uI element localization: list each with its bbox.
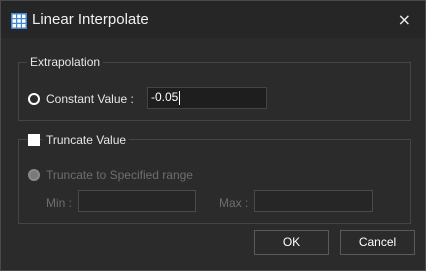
truncate-range-radio [28, 169, 40, 181]
dialog-window: Linear Interpolate × Extrapolation Const… [0, 0, 426, 271]
extrapolation-legend: Extrapolation [27, 55, 104, 69]
min-input [78, 190, 196, 212]
min-label: Min : [46, 196, 73, 210]
truncate-range-label: Truncate to Specified range [46, 168, 193, 182]
cancel-button[interactable]: Cancel [340, 230, 415, 255]
truncate-group: Truncate Value Truncate to Specified ran… [18, 133, 411, 224]
text-caret [179, 90, 181, 105]
close-icon[interactable]: × [398, 10, 411, 29]
constant-value-radio[interactable] [28, 93, 40, 105]
extrapolation-group: Extrapolation Constant Value : -0.05 [18, 55, 411, 121]
max-label: Max : [219, 196, 249, 210]
constant-value-input[interactable]: -0.05 [147, 87, 267, 109]
truncate-value-checkbox[interactable] [28, 134, 40, 146]
ok-button[interactable]: OK [254, 230, 329, 255]
dialog-title: Linear Interpolate [32, 11, 149, 28]
grid-icon [11, 13, 27, 29]
max-input [254, 190, 373, 212]
title-bar[interactable]: Linear Interpolate × [1, 1, 425, 38]
constant-value-label[interactable]: Constant Value : [46, 92, 134, 106]
constant-value-text: -0.05 [151, 90, 179, 104]
truncate-value-label[interactable]: Truncate Value [43, 133, 130, 147]
